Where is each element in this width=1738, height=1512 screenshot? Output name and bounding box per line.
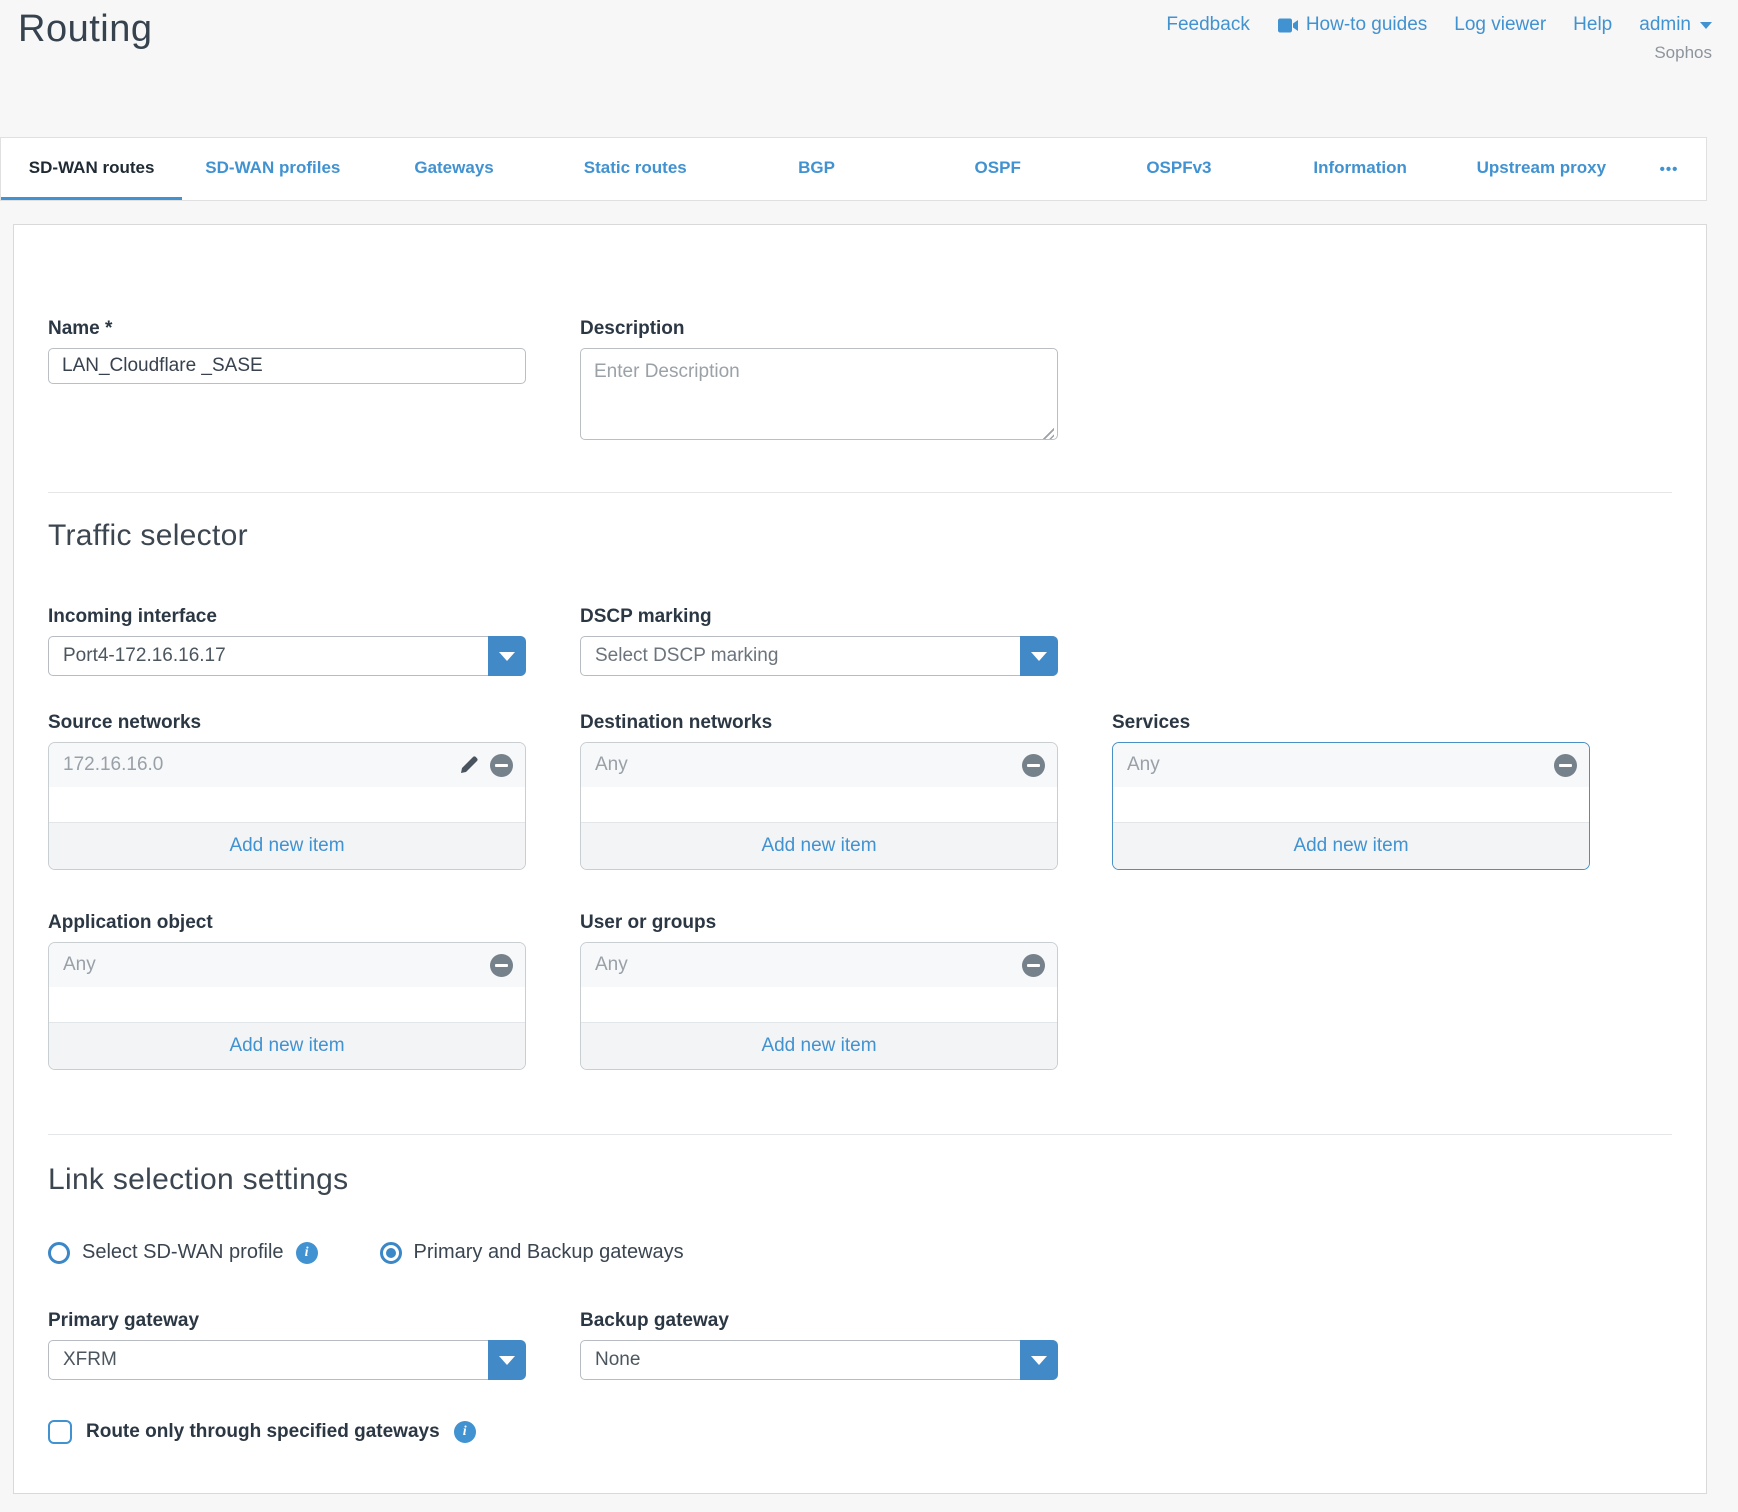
- tab-static-routes[interactable]: Static routes: [545, 138, 726, 200]
- tab-bgp[interactable]: BGP: [726, 138, 907, 200]
- page-title: Routing: [18, 8, 152, 51]
- remove-icon[interactable]: [1554, 754, 1577, 777]
- link-selection-radio-group: Select SD-WAN profile i Primary and Back…: [48, 1241, 1672, 1264]
- add-new-item-button[interactable]: Add new item: [581, 822, 1057, 869]
- tab-gateways[interactable]: Gateways: [363, 138, 544, 200]
- user-or-groups-label: User or groups: [580, 912, 1058, 934]
- remove-icon[interactable]: [1022, 954, 1045, 977]
- itembox-empty-area: [49, 787, 525, 822]
- services-label: Services: [1112, 712, 1590, 734]
- radio-primary-backup-gateways[interactable]: Primary and Backup gateways: [380, 1241, 684, 1264]
- itembox-empty-area: [581, 987, 1057, 1022]
- route-only-checkbox[interactable]: [48, 1420, 72, 1444]
- chevron-down-icon[interactable]: [488, 636, 526, 676]
- user-or-groups-box: Any Add new item: [580, 942, 1058, 1070]
- itembox-empty-area: [1113, 787, 1589, 822]
- chevron-down-icon[interactable]: [488, 1340, 526, 1380]
- radio-icon[interactable]: [380, 1242, 402, 1264]
- dscp-marking-label: DSCP marking: [580, 606, 1058, 628]
- page-header: Routing Feedback How-to guides Log viewe…: [0, 0, 1738, 137]
- edit-icon[interactable]: [458, 754, 480, 776]
- video-camera-icon: [1277, 18, 1299, 33]
- list-item: Any: [581, 943, 1057, 987]
- tab-information[interactable]: Information: [1270, 138, 1451, 200]
- admin-menu[interactable]: admin: [1639, 14, 1712, 36]
- more-tabs-button[interactable]: •••: [1632, 138, 1706, 200]
- list-item: 172.16.16.0: [49, 743, 525, 787]
- radio-select-sdwan-profile[interactable]: Select SD-WAN profile i: [48, 1241, 318, 1264]
- destination-networks-box: Any Add new item: [580, 742, 1058, 870]
- add-new-item-button[interactable]: Add new item: [1113, 822, 1589, 869]
- tab-sdwan-routes[interactable]: SD-WAN routes: [1, 138, 182, 200]
- feedback-link[interactable]: Feedback: [1166, 14, 1249, 36]
- chevron-down-icon: [1700, 22, 1712, 29]
- chevron-down-icon[interactable]: [1020, 1340, 1058, 1380]
- description-textarea[interactable]: [580, 348, 1058, 440]
- backup-gateway-label: Backup gateway: [580, 1310, 1058, 1332]
- divider: [48, 492, 1672, 493]
- add-new-item-button[interactable]: Add new item: [581, 1022, 1057, 1069]
- radio-icon[interactable]: [48, 1242, 70, 1264]
- add-new-item-button[interactable]: Add new item: [49, 1022, 525, 1069]
- how-to-guides-link[interactable]: How-to guides: [1277, 14, 1427, 36]
- backup-gateway-select[interactable]: None: [580, 1340, 1058, 1380]
- header-links: Feedback How-to guides Log viewer Help a…: [1166, 14, 1712, 36]
- remove-icon[interactable]: [1022, 754, 1045, 777]
- dscp-marking-select[interactable]: Select DSCP marking: [580, 636, 1058, 676]
- incoming-interface-select[interactable]: Port4-172.16.16.17: [48, 636, 526, 676]
- source-networks-label: Source networks: [48, 712, 526, 734]
- chevron-down-icon[interactable]: [1020, 636, 1058, 676]
- primary-gateway-select[interactable]: XFRM: [48, 1340, 526, 1380]
- divider: [48, 1134, 1672, 1135]
- tab-ospfv3[interactable]: OSPFv3: [1088, 138, 1269, 200]
- source-networks-box: 172.16.16.0 Add new item: [48, 742, 526, 870]
- primary-gateway-label: Primary gateway: [48, 1310, 526, 1332]
- help-link[interactable]: Help: [1573, 14, 1612, 36]
- itembox-empty-area: [581, 787, 1057, 822]
- add-new-item-button[interactable]: Add new item: [49, 822, 525, 869]
- list-item: Any: [581, 743, 1057, 787]
- application-object-label: Application object: [48, 912, 526, 934]
- tab-ospf[interactable]: OSPF: [907, 138, 1088, 200]
- itembox-empty-area: [49, 987, 525, 1022]
- account-name: Sophos: [1654, 43, 1712, 63]
- name-label: Name *: [48, 318, 526, 340]
- required-mark: *: [105, 318, 112, 339]
- tab-sdwan-profiles[interactable]: SD-WAN profiles: [182, 138, 363, 200]
- destination-networks-label: Destination networks: [580, 712, 1058, 734]
- route-only-row: Route only through specified gateways i: [48, 1420, 1672, 1444]
- log-viewer-link[interactable]: Log viewer: [1454, 14, 1546, 36]
- remove-icon[interactable]: [490, 954, 513, 977]
- info-icon[interactable]: i: [454, 1421, 476, 1443]
- sdwan-route-form: Name * Description Traffic selector Inco…: [13, 224, 1707, 1494]
- traffic-selector-heading: Traffic selector: [48, 519, 1672, 553]
- description-label: Description: [580, 318, 1058, 340]
- list-item: Any: [1113, 743, 1589, 787]
- remove-icon[interactable]: [490, 754, 513, 777]
- incoming-interface-label: Incoming interface: [48, 606, 526, 628]
- info-icon[interactable]: i: [296, 1242, 318, 1264]
- link-selection-heading: Link selection settings: [48, 1163, 1672, 1197]
- name-input[interactable]: [48, 348, 526, 384]
- application-object-box: Any Add new item: [48, 942, 526, 1070]
- tab-upstream-proxy[interactable]: Upstream proxy: [1451, 138, 1632, 200]
- list-item: Any: [49, 943, 525, 987]
- tab-bar: SD-WAN routes SD-WAN profiles Gateways S…: [0, 137, 1707, 201]
- services-box: Any Add new item: [1112, 742, 1590, 870]
